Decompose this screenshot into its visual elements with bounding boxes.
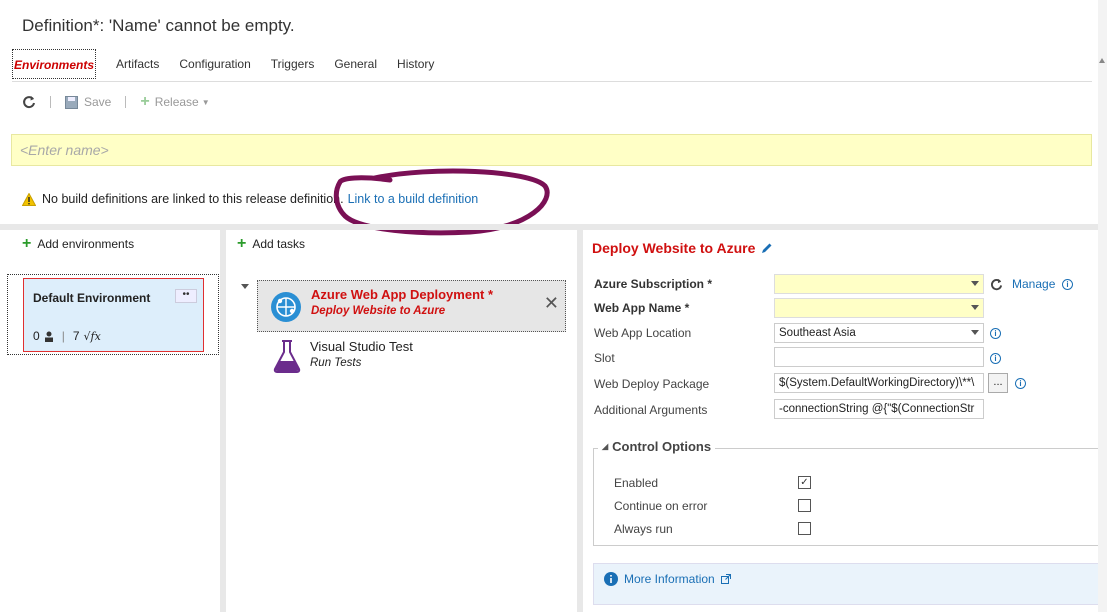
task-detail-title-text: Deploy Website to Azure <box>592 240 756 256</box>
refresh-icon <box>23 96 35 109</box>
section-divider <box>0 224 1107 230</box>
web-deploy-package-input[interactable]: $(System.DefaultWorkingDirectory)\**\ <box>774 373 984 393</box>
save-label: Save <box>84 95 112 109</box>
variables-count: 7 <box>72 329 80 343</box>
task-title: Azure Web App Deployment * <box>311 287 494 302</box>
external-link-icon <box>720 574 731 584</box>
add-environments-label: Add environments <box>37 237 135 251</box>
column-divider <box>220 230 226 612</box>
web-app-location-value: Southeast Asia <box>779 327 856 339</box>
definition-name-input[interactable] <box>11 134 1092 166</box>
chevron-down-icon: ▼ <box>201 97 210 107</box>
page-title: Definition*: 'Name' cannot be empty. <box>22 16 295 35</box>
additional-arguments-value: -connectionString @{"$(ConnectionStr <box>779 403 975 415</box>
task-title: Visual Studio Test <box>310 339 413 354</box>
chevron-down-icon <box>971 330 979 335</box>
manage-link[interactable]: Manage <box>1012 277 1055 291</box>
more-information-link[interactable]: More Information <box>604 572 731 586</box>
warning-text: No build definitions are linked to this … <box>42 192 344 206</box>
enabled-label: Enabled <box>614 476 659 490</box>
scroll-up-arrow-icon[interactable] <box>1099 58 1105 63</box>
tabs-divider <box>12 81 1092 82</box>
azure-web-app-icon <box>271 292 301 322</box>
tab-configuration[interactable]: Configuration <box>179 57 250 71</box>
info-icon[interactable]: i <box>990 328 1001 339</box>
info-icon[interactable]: i <box>1062 279 1073 290</box>
add-tasks-button[interactable]: + Add tasks <box>237 235 306 252</box>
refresh-button[interactable] <box>22 95 36 109</box>
slot-label: Slot <box>594 351 615 365</box>
tab-triggers[interactable]: Triggers <box>271 57 315 71</box>
plus-icon: + <box>22 235 32 252</box>
edit-pencil-icon[interactable] <box>761 242 773 254</box>
web-deploy-package-label: Web Deploy Package <box>594 377 710 391</box>
azure-subscription-label: Azure Subscription * <box>594 277 713 291</box>
info-filled-icon <box>604 572 618 586</box>
more-information-text: More Information <box>624 572 715 586</box>
column-divider <box>577 230 583 612</box>
remove-task-close-icon[interactable]: ✕ <box>544 293 559 314</box>
additional-arguments-input[interactable]: -connectionString @{"$(ConnectionStr <box>774 399 984 419</box>
task-detail-title: Deploy Website to Azure <box>592 240 773 256</box>
save-button[interactable]: Save <box>65 95 111 109</box>
plus-icon: + <box>140 93 150 110</box>
toolbar: Save + Release ▼ <box>22 93 224 111</box>
task-subtitle: Deploy Website to Azure <box>311 305 446 317</box>
azure-subscription-select[interactable] <box>774 274 984 294</box>
always-run-label: Always run <box>614 522 673 536</box>
tab-general[interactable]: General <box>334 57 377 71</box>
continue-on-error-label: Continue on error <box>614 499 708 513</box>
tab-environments[interactable]: Environments <box>12 49 97 79</box>
tab-history[interactable]: History <box>397 57 434 71</box>
task-item-selected[interactable]: Azure Web App Deployment * Deploy Websit… <box>257 280 566 332</box>
task-item[interactable]: Visual Studio Test Run Tests <box>270 337 565 377</box>
continue-on-error-checkbox[interactable] <box>798 499 811 512</box>
toolbar-separator <box>50 96 51 108</box>
add-environments-button[interactable]: + Add environments <box>22 235 135 252</box>
scrollbar[interactable] <box>1098 0 1107 612</box>
environment-name: Default Environment <box>33 291 151 305</box>
release-label: Release <box>154 95 199 109</box>
add-tasks-label: Add tasks <box>252 237 306 251</box>
web-app-location-label: Web App Location <box>594 326 692 340</box>
environment-stats: 0 | 7 √fx <box>33 329 101 343</box>
plus-icon: + <box>237 235 247 252</box>
environment-menu-button[interactable]: •• <box>175 289 197 303</box>
save-icon <box>65 95 78 109</box>
refresh-icon[interactable] <box>990 278 1003 291</box>
user-icon <box>44 331 53 342</box>
chevron-down-icon <box>971 305 979 310</box>
slot-input[interactable] <box>774 347 984 367</box>
control-options-header[interactable]: ◢ Control Options <box>598 439 716 454</box>
control-options-title: Control Options <box>612 439 712 454</box>
web-deploy-package-value: $(System.DefaultWorkingDirectory)\**\ <box>779 377 975 389</box>
warning-icon <box>22 192 36 206</box>
flask-icon <box>273 340 301 373</box>
web-app-name-label: Web App Name * <box>594 301 690 315</box>
toolbar-separator <box>125 96 127 108</box>
additional-arguments-label: Additional Arguments <box>594 403 708 417</box>
tab-bar: Environments Artifacts Configuration Tri… <box>12 48 454 80</box>
info-icon[interactable]: i <box>1015 378 1026 389</box>
web-app-name-select[interactable] <box>774 298 984 318</box>
release-button[interactable]: + Release ▼ <box>140 93 209 111</box>
task-subtitle: Run Tests <box>310 357 362 369</box>
info-icon[interactable]: i <box>990 353 1001 364</box>
environment-card[interactable]: Default Environment •• 0 | 7 √fx <box>23 278 204 352</box>
web-app-location-select[interactable]: Southeast Asia <box>774 323 984 343</box>
variables-fx-icon: √fx <box>83 329 101 343</box>
collapse-tasks-icon[interactable] <box>241 284 249 289</box>
collapse-triangle-icon: ◢ <box>602 442 609 451</box>
approvers-count: 0 <box>33 329 40 343</box>
chevron-down-icon <box>971 281 979 286</box>
tab-artifacts[interactable]: Artifacts <box>116 57 159 71</box>
browse-button[interactable]: ... <box>988 373 1008 393</box>
enabled-checkbox[interactable]: ✓ <box>798 476 811 489</box>
always-run-checkbox[interactable] <box>798 522 811 535</box>
